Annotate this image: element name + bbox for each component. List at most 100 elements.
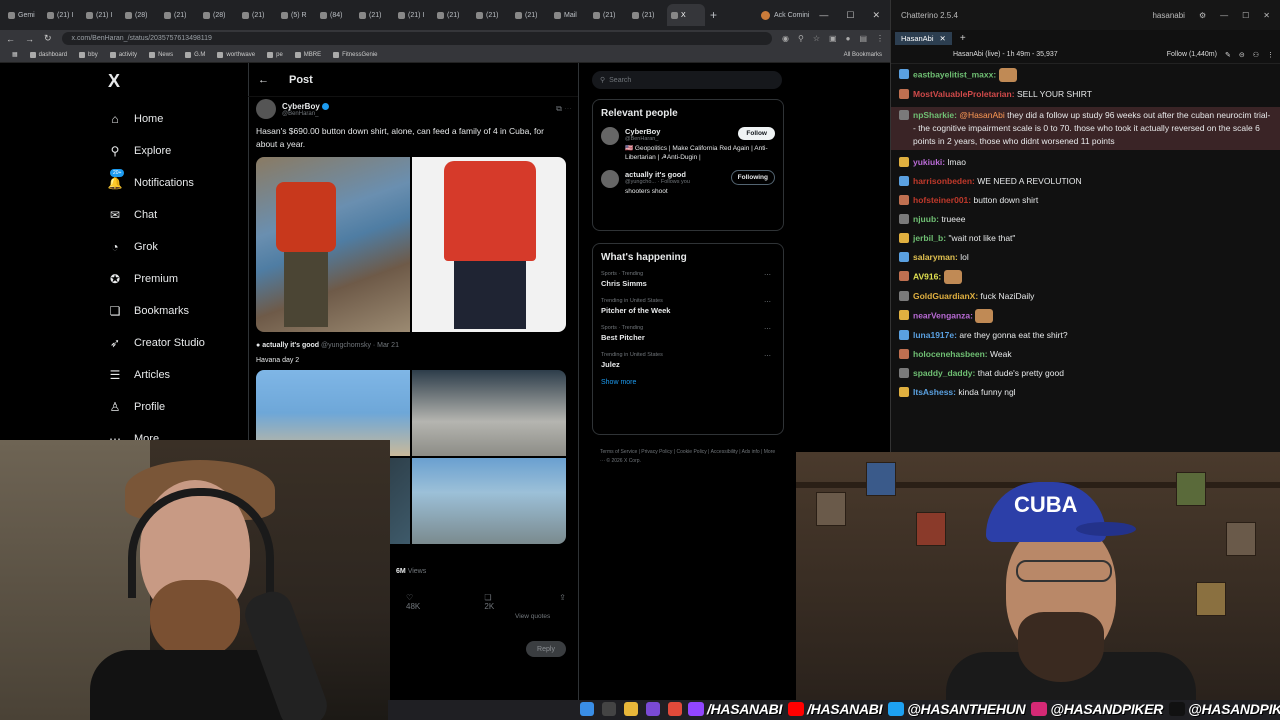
grok-icon[interactable]: ⧉ ⋯	[556, 104, 572, 114]
trend-item[interactable]: Trending in United States Julez ⋯	[601, 352, 775, 369]
browser-tab[interactable]: (84)	[316, 4, 354, 26]
app-icon[interactable]	[646, 702, 660, 716]
bookmark-item[interactable]: pe	[267, 51, 283, 58]
close-icon[interactable]: ✕	[1263, 11, 1270, 20]
account-name[interactable]: hasanabi	[1152, 11, 1184, 20]
chat-username[interactable]: holocenehasbeen:	[913, 349, 988, 359]
photo-red-shirt-product[interactable]	[412, 157, 566, 332]
menu-icon[interactable]: ⋮	[876, 34, 884, 43]
more-icon[interactable]: ⋯	[764, 352, 771, 360]
relevant-person[interactable]: CyberBoy @BenHaran_ 🇺🇸 Geopolitics | Make …	[601, 127, 775, 162]
chat-username[interactable]: harrisonbeden:	[913, 176, 975, 186]
bookmark-item[interactable]: activity	[109, 51, 137, 58]
new-tab-icon[interactable]: +	[710, 8, 717, 22]
quote-photo[interactable]	[412, 370, 566, 456]
menu-icon[interactable]: ⋮	[1267, 51, 1274, 59]
browser-tab[interactable]: (5) R	[277, 4, 315, 26]
trend-item[interactable]: Trending in United States Pitcher of the …	[601, 298, 775, 315]
maximize-icon[interactable]: ☐	[846, 10, 854, 21]
nav-item-creator-studio[interactable]: ➶ Creator Studio	[108, 327, 205, 359]
maximize-icon[interactable]: ☐	[1242, 11, 1249, 20]
nav-item-chat[interactable]: ✉ Chat	[108, 199, 205, 231]
follow-status[interactable]: Follow (1,440m)	[1167, 51, 1217, 58]
bookmark-button[interactable]: ❏ 2K	[484, 593, 499, 611]
x-logo[interactable]: X	[108, 71, 120, 92]
forward-arrow-icon[interactable]: →	[25, 34, 34, 44]
close-icon[interactable]: ✕	[940, 34, 946, 43]
nav-item-articles[interactable]: ☰ Articles	[108, 359, 205, 391]
browser-tab[interactable]: (21)	[238, 4, 276, 26]
extension-icon[interactable]: ▣	[829, 34, 837, 43]
photo-man-red-shirt[interactable]	[256, 157, 410, 332]
show-more-link[interactable]: Show more	[601, 379, 775, 386]
apps-grid-icon[interactable]: ▦	[12, 51, 18, 58]
trend-item[interactable]: Sports · Trending Best Pitcher ⋯	[601, 325, 775, 342]
browser-tab[interactable]: (21) I	[82, 4, 120, 26]
post-media[interactable]	[256, 157, 566, 332]
zoom-icon[interactable]: ⚲	[798, 34, 804, 43]
nav-item-notifications[interactable]: 🔔 20+ Notifications	[108, 167, 205, 199]
chat-username[interactable]: yukiuki:	[913, 157, 945, 167]
more-icon[interactable]: ⋯	[764, 298, 771, 306]
extension-icon[interactable]: ▤	[859, 34, 867, 43]
nav-item-profile[interactable]: ♙ Profile	[108, 391, 205, 423]
chat-username[interactable]: jerbil_b:	[913, 233, 946, 243]
view-quotes-link[interactable]: View quotes	[515, 613, 550, 620]
extension-icon[interactable]: ◉	[782, 34, 789, 43]
minimize-icon[interactable]: —	[1220, 11, 1228, 20]
folder-icon[interactable]	[624, 702, 638, 716]
browser-tab[interactable]: X	[667, 4, 705, 26]
browser-tab[interactable]: (28)	[121, 4, 159, 26]
avatar[interactable]	[256, 99, 276, 119]
chat-username[interactable]: nearVenganza:	[913, 310, 973, 320]
back-arrow-icon[interactable]: ←	[258, 74, 269, 86]
nav-item-home[interactable]: ⌂ Home	[108, 103, 205, 135]
bookmark-item[interactable]: G.M	[185, 51, 205, 58]
more-icon[interactable]: ⋯	[764, 325, 771, 333]
close-icon[interactable]: ✕	[872, 10, 880, 21]
browser-tab[interactable]: Gemi	[4, 4, 42, 26]
browser-tab[interactable]: (21)	[433, 4, 471, 26]
avatar[interactable]	[601, 127, 619, 145]
footer-links[interactable]: Terms of Service | Privacy Policy | Cook…	[600, 448, 780, 466]
author-name[interactable]: CyberBoy	[282, 102, 329, 111]
search-icon[interactable]	[602, 702, 616, 716]
like-button[interactable]: ♡ 48K	[406, 593, 424, 611]
browser-tab[interactable]: (21) I	[394, 4, 432, 26]
avatar[interactable]	[601, 170, 619, 188]
bookmark-item[interactable]: FitnessGenie	[333, 51, 378, 58]
tab-hasanabi[interactable]: HasanAbi ✕	[895, 31, 952, 45]
browser-tab[interactable]: Mail	[550, 4, 588, 26]
chat-username[interactable]: ItsAshess:	[913, 387, 956, 397]
all-bookmarks-button[interactable]: All Bookmarks	[844, 52, 882, 58]
bookmark-item[interactable]: dashboard	[29, 51, 67, 58]
browser-tab[interactable]: (21)	[472, 4, 510, 26]
nav-item-premium[interactable]: ✪ Premium	[108, 263, 205, 295]
chat-username[interactable]: eastbayelitist_maxx:	[913, 69, 996, 79]
browser-tab[interactable]: (21)	[511, 4, 549, 26]
nav-item-grok[interactable]: ◔ Grok	[108, 231, 205, 263]
windows-start-icon[interactable]	[580, 702, 594, 716]
nav-item-explore[interactable]: ⚲ Explore	[108, 135, 205, 167]
browser-tab[interactable]: (21)	[628, 4, 666, 26]
trend-item[interactable]: Sports · Trending Chris Simms ⋯	[601, 271, 775, 288]
browser-tab[interactable]: (21) I	[43, 4, 81, 26]
add-tab-icon[interactable]: +	[960, 33, 966, 44]
profile-button[interactable]: Ack Comini	[760, 10, 809, 20]
extension-icon[interactable]: ●	[846, 34, 851, 43]
chat-username[interactable]: luna1917e:	[913, 330, 957, 340]
chrome-icon[interactable]	[668, 702, 682, 716]
author-handle[interactable]: @BenHaran_	[282, 111, 329, 117]
chat-username[interactable]: AV916:	[913, 271, 941, 281]
chat-username[interactable]: GoldGuardianX:	[913, 291, 978, 301]
following-button[interactable]: Following	[730, 170, 775, 185]
bookmark-item[interactable]: worthwave	[217, 51, 255, 58]
chat-username[interactable]: hofsteiner001:	[913, 195, 971, 205]
chat-username[interactable]: MostValuableProletarian:	[913, 89, 1015, 99]
chat-username[interactable]: njuub:	[913, 214, 939, 224]
reply-button[interactable]: Reply	[526, 641, 566, 657]
reload-icon[interactable]: ↻	[44, 33, 52, 44]
minimize-icon[interactable]: —	[819, 10, 828, 21]
chat-mention[interactable]: @HasanAbi	[959, 110, 1004, 120]
browser-tab[interactable]: (21)	[160, 4, 198, 26]
